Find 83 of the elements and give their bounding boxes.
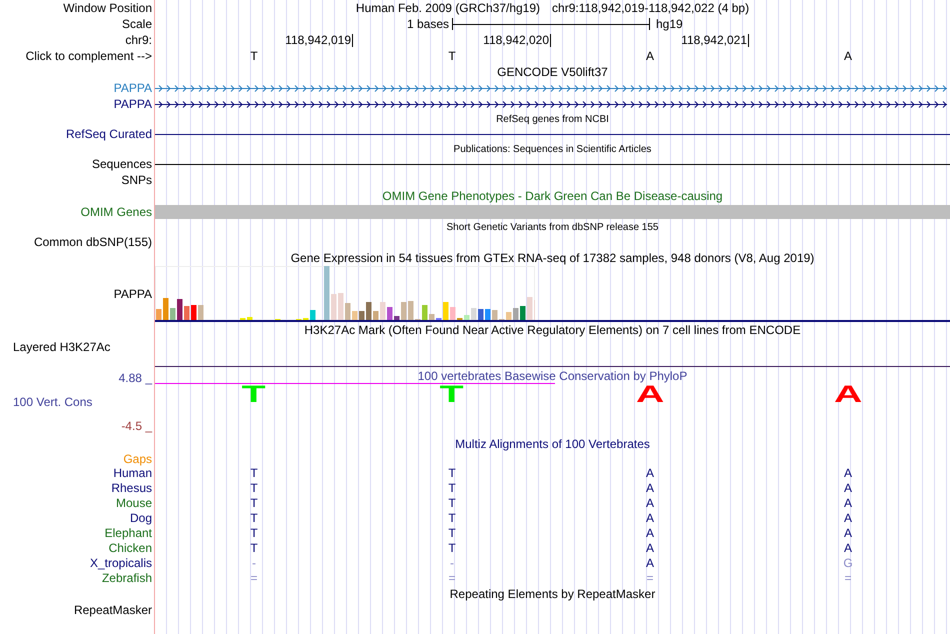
track-title: Short Genetic Variants from dbSNP release 155	[446, 222, 660, 232]
alignment-base: A	[646, 511, 654, 526]
track-title: OMIM Gene Phenotypes - Dark Green Can Be Disease-causing	[381, 189, 724, 203]
alignment-base: A	[844, 526, 852, 541]
alignment-base: T	[448, 466, 456, 481]
alignment-base: T	[448, 496, 456, 511]
database-text: hg19	[655, 17, 683, 31]
track-label: PAPPA	[114, 81, 152, 95]
alignment-base: T	[448, 481, 456, 496]
track-label: PAPPA	[114, 287, 152, 301]
row-label: chr9:	[125, 33, 152, 47]
base-letter[interactable]: T	[448, 49, 456, 63]
base-letter[interactable]: A	[646, 49, 654, 63]
track-label: Layered H3K27Ac	[13, 340, 110, 354]
alignment-base: A	[646, 556, 654, 571]
coordinate-label: 118,942,021	[681, 34, 749, 46]
alignment-base: T	[448, 511, 456, 526]
species-label: Dog	[130, 511, 152, 526]
assembly-text: Human Feb. 2009 (GRCh37/hg19)	[356, 1, 540, 15]
position-text: chr9:118,942,019-118,942,022 (4 bp)	[552, 1, 750, 15]
axis-max-label: 4.88 _	[118, 371, 152, 385]
alignment-base: A	[646, 496, 654, 511]
track-title: Gene Expression in 54 tissues from GTEx RNA-seq of 17382 samples, 948 donors (V8, Aug 2019)	[290, 251, 816, 265]
species-label: Human	[113, 466, 152, 481]
track-title: Publications: Sequences in Scientific Articles	[452, 144, 652, 154]
alignment-base: T	[448, 526, 456, 541]
alignment-base: A	[646, 481, 654, 496]
alignment-base: G	[843, 556, 853, 571]
alignment-base: A	[646, 466, 654, 481]
alignment-base: A	[844, 481, 852, 496]
species-label: Elephant	[104, 526, 152, 541]
row-label: Window Position	[63, 1, 152, 15]
base-letter[interactable]: A	[844, 49, 852, 63]
sequence-logo-letter: A	[834, 384, 862, 404]
alignment-base: T	[448, 541, 456, 556]
row-label: Click to complement -->	[26, 49, 152, 63]
species-label: Rhesus	[111, 481, 152, 496]
track-label: RefSeq Curated	[66, 127, 152, 141]
track-label: PAPPA	[114, 97, 152, 111]
track-label: Sequences	[92, 157, 152, 171]
alignment-base: A	[844, 466, 852, 481]
species-label: Mouse	[116, 496, 152, 511]
track-label: 100 Vert. Cons	[12, 395, 92, 409]
track-title: Multiz Alignments of 100 Vertebrates	[454, 437, 651, 451]
alignment-base: A	[844, 511, 852, 526]
alignment-base: T	[250, 466, 258, 481]
coordinate-label: 118,942,019	[285, 34, 353, 46]
track-label: Common dbSNP(155)	[34, 235, 152, 249]
alignment-base: T	[250, 526, 258, 541]
alignment-base: -	[450, 556, 454, 571]
alignment-base: =	[646, 571, 654, 586]
alignment-base: T	[250, 511, 258, 526]
alignment-base: =	[448, 571, 456, 586]
species-label: Chicken	[108, 541, 152, 556]
coordinate-label: 118,942,020	[483, 34, 551, 46]
axis-min-label: -4.5 _	[121, 419, 152, 433]
track-label: RepeatMasker	[74, 603, 152, 617]
track-label: SNPs	[121, 173, 152, 187]
alignment-base: =	[250, 571, 258, 586]
sequence-logo-letter: T	[242, 384, 266, 404]
row-label: Scale	[122, 17, 152, 31]
track-label: OMIM Genes	[80, 205, 152, 219]
alignment-base: A	[646, 526, 654, 541]
scale-text: 1 bases	[406, 17, 450, 31]
species-label: Zebrafish	[102, 571, 152, 586]
alignment-base: A	[646, 541, 654, 556]
alignment-base: T	[250, 481, 258, 496]
sequence-logo-letter: T	[440, 384, 464, 404]
alignment-base: T	[250, 541, 258, 556]
alignment-base: -	[252, 556, 256, 571]
track-title: H3K27Ac Mark (Often Found Near Active Regulatory Elements) on 7 cell lines from ENCODE	[303, 323, 802, 337]
alignment-base: =	[844, 571, 852, 586]
track-title: GENCODE V50lift37	[496, 65, 609, 79]
alignment-base: A	[844, 541, 852, 556]
track-label: Gaps	[123, 452, 152, 466]
alignment-base: A	[844, 496, 852, 511]
track-title: RefSeq genes from NCBI	[495, 114, 610, 124]
alignment-base: T	[250, 496, 258, 511]
base-letter[interactable]: T	[250, 49, 258, 63]
track-title: 100 vertebrates Basewise Conservation by PhyloP	[416, 369, 688, 383]
track-title: Repeating Elements by RepeatMasker	[448, 587, 656, 601]
species-label: X_tropicalis	[90, 556, 152, 571]
sequence-logo-letter: A	[636, 384, 664, 404]
